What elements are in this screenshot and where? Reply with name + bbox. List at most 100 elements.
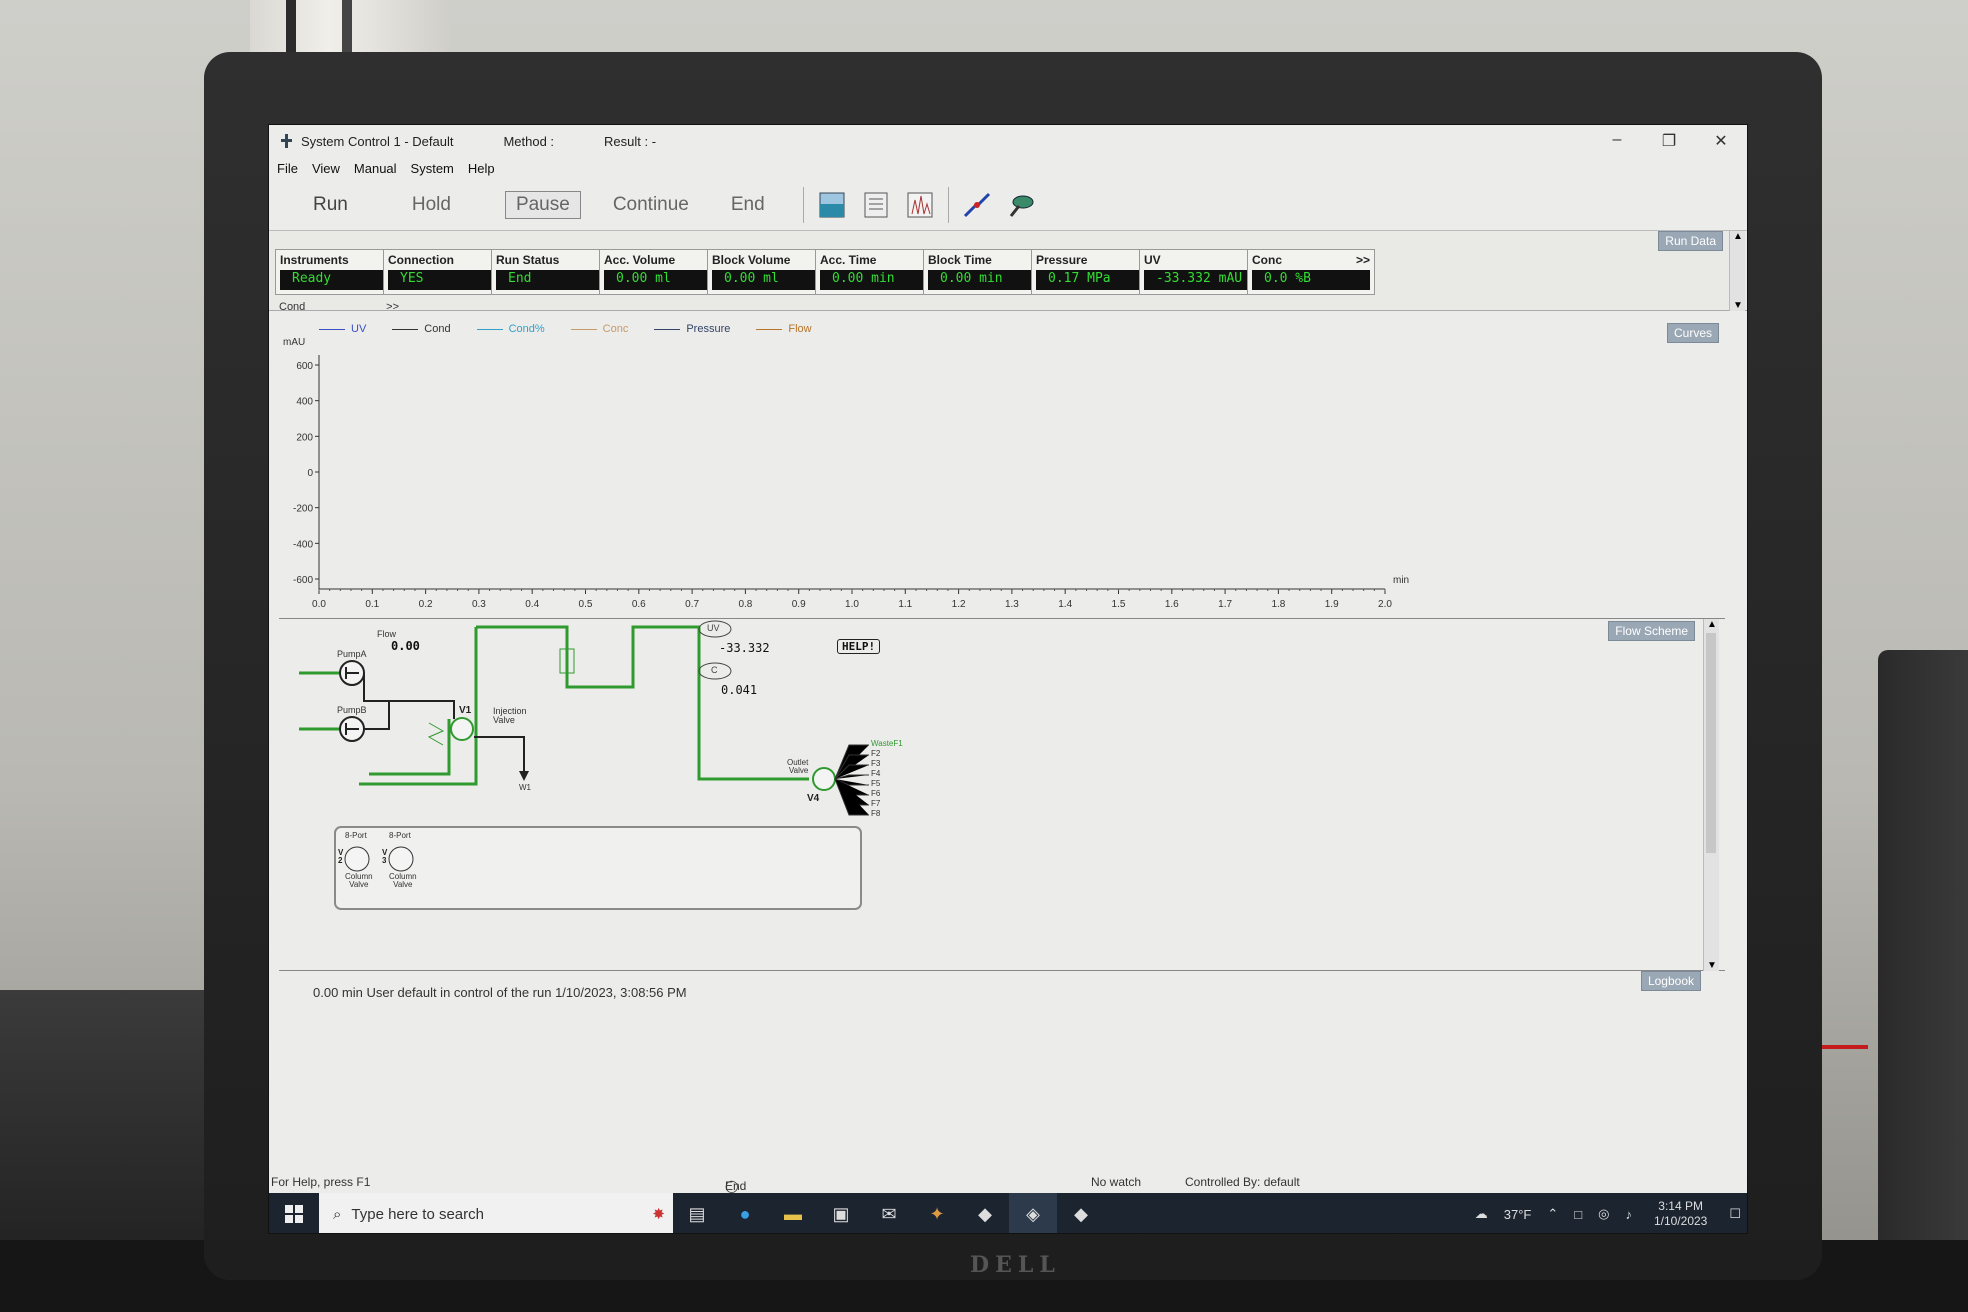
conc-label: Conc [1252, 253, 1282, 267]
start-button[interactable] [269, 1193, 319, 1233]
status-end-text: End [725, 1179, 747, 1193]
weather-icon[interactable]: ☁ [1475, 1206, 1488, 1222]
scroll-up-icon[interactable]: ▲ [1707, 619, 1717, 630]
end-button[interactable]: End [721, 192, 775, 218]
run-status-value: End [496, 270, 614, 290]
method-editor-icon[interactable] [814, 187, 850, 223]
app-launcher-icon[interactable]: ✦ [913, 1193, 961, 1233]
conc-cell[interactable]: Conc >> 0.0 %B [1247, 249, 1375, 295]
close-icon[interactable]: ✕ [1695, 131, 1747, 151]
x-tick-label: 0.6 [632, 599, 646, 610]
title-bar: System Control 1 - Default Method : Resu… [269, 125, 1747, 157]
col-valve-v2-text-2: Valve [349, 880, 369, 889]
run-data-scrollbar[interactable]: ▲ ▼ [1729, 231, 1745, 311]
uv-label: UV [1144, 253, 1161, 267]
globe-icon[interactable]: ◎ [1598, 1206, 1609, 1222]
continue-button[interactable]: Continue [603, 192, 699, 218]
hold-button[interactable]: Hold [402, 192, 461, 218]
connect-icon[interactable] [959, 187, 995, 223]
status-controlled: Controlled By: default [1185, 1175, 1300, 1189]
uv-value: -33.332 mAU [1144, 270, 1262, 290]
run-button[interactable]: Run [303, 192, 358, 218]
taskbar-clock[interactable]: 3:14 PM 1/10/2023 [1654, 1199, 1707, 1229]
taskbar-search[interactable]: ⌕ Type here to search ✸ [319, 1193, 673, 1233]
x-tick-label: 0.1 [365, 599, 379, 610]
col-valve-v2-port: 8-Port [345, 831, 367, 840]
scroll-down-icon[interactable]: ▼ [1733, 300, 1743, 311]
application-window: System Control 1 - Default Method : Resu… [268, 124, 1748, 1234]
tubing-pump-a-out [363, 673, 455, 719]
menu-system[interactable]: System [411, 161, 454, 176]
status-bar: For Help, press F1 ◯ End No watch Contro… [269, 1171, 1747, 1193]
scroll-up-icon[interactable]: ▲ [1733, 231, 1743, 242]
minimize-icon[interactable]: – [1591, 131, 1643, 151]
pause-button[interactable]: Pause [504, 190, 581, 219]
method-label: Method : [503, 133, 555, 149]
x-tick-label: 1.6 [1165, 599, 1179, 610]
fraction-waste-f1: WasteF1 [871, 739, 903, 748]
menu-file[interactable]: File [277, 161, 298, 176]
menu-manual[interactable]: Manual [354, 161, 397, 176]
document-list-icon[interactable] [858, 187, 894, 223]
file-explorer-icon[interactable]: ▬ [769, 1193, 817, 1233]
connection-value: YES [388, 270, 506, 290]
curves-panel: UV Cond Cond% Conc Pressure Flow Curves … [279, 321, 1725, 619]
y-tick-label: 200 [296, 432, 313, 443]
app-pinned-1-icon[interactable]: ◆ [961, 1193, 1009, 1233]
x-tick-label: 1.9 [1325, 599, 1339, 610]
column-valves-box [334, 826, 862, 910]
y-tick-label: -600 [293, 575, 313, 586]
windows-logo-icon [285, 1205, 303, 1223]
help-button[interactable]: HELP! [837, 639, 881, 654]
run-data-tag[interactable]: Run Data [1658, 231, 1723, 251]
x-tick-label: 1.2 [952, 599, 966, 610]
store-icon[interactable]: ▣ [817, 1193, 865, 1233]
cond-cell-partial: Cond >> [279, 301, 399, 311]
menu-view[interactable]: View [312, 161, 340, 176]
evaluation-chart-icon[interactable] [902, 187, 938, 223]
x-tick-label: 0.0 [312, 599, 326, 610]
run-toolbar: Run Hold Pause Continue End [269, 179, 1747, 231]
scroll-down-icon[interactable]: ▼ [1707, 960, 1717, 971]
status-help: For Help, press F1 [271, 1175, 371, 1189]
outlet-valve-text-2: Valve [788, 766, 809, 775]
acc-volume-value: 0.00 ml [604, 270, 722, 290]
app-icon [281, 134, 293, 148]
scroll-thumb[interactable] [1706, 633, 1716, 853]
cond-expand[interactable]: >> [386, 301, 399, 311]
x-tick-label: 0.2 [419, 599, 433, 610]
restore-icon[interactable]: ❐ [1643, 131, 1695, 151]
app-pinned-2-icon[interactable]: ◆ [1057, 1193, 1105, 1233]
x-tick-label: 1.1 [898, 599, 912, 610]
chromatogram-chart[interactable]: mAU min 600 400 200 0 -200 -400 -600 0.0 0.1 0.2 0.3… [279, 321, 1725, 619]
mail-icon[interactable]: ✉ [865, 1193, 913, 1233]
flow-scheme-scrollbar[interactable]: ▲ ▼ [1703, 619, 1719, 971]
task-view-icon[interactable]: ▤ [673, 1193, 721, 1233]
notifications-icon[interactable]: ☐ [1729, 1206, 1741, 1222]
weather-temp[interactable]: 37°F [1504, 1207, 1532, 1222]
system-control-app-icon[interactable]: ◈ [1009, 1193, 1057, 1233]
run-data-panel: Instruments Ready Connection YES Run Sta… [269, 231, 1747, 311]
fraction-f3: F3 [871, 759, 881, 768]
tray-overflow-icon[interactable]: ⌃ [1547, 1206, 1558, 1222]
y-tick-label: -200 [293, 504, 313, 515]
menu-help[interactable]: Help [468, 161, 495, 176]
block-volume-value: 0.00 ml [712, 270, 830, 290]
volume-icon[interactable]: ♪ [1625, 1207, 1632, 1222]
fraction-f2: F2 [871, 749, 881, 758]
toolbar-separator [802, 186, 804, 223]
x-tick-label: 1.0 [845, 599, 859, 610]
uv-reading: -33.332 [719, 641, 770, 655]
col-valve-v2-id-n: 2 [338, 856, 343, 865]
instrument-icon[interactable] [1003, 187, 1039, 223]
conc-expand[interactable]: >> [1356, 253, 1370, 267]
pressure-value: 0.17 MPa [1036, 270, 1154, 290]
logbook-tag[interactable]: Logbook [1640, 971, 1701, 991]
network-icon[interactable]: □ [1574, 1207, 1582, 1222]
x-tick-label: 1.3 [1005, 599, 1019, 610]
x-tick-label: 0.7 [685, 599, 699, 610]
x-axis-label: min [1393, 575, 1409, 586]
edge-browser-icon[interactable]: ● [721, 1193, 769, 1233]
pc-tower [1878, 650, 1968, 1312]
column-valve-v2-icon [344, 846, 370, 872]
